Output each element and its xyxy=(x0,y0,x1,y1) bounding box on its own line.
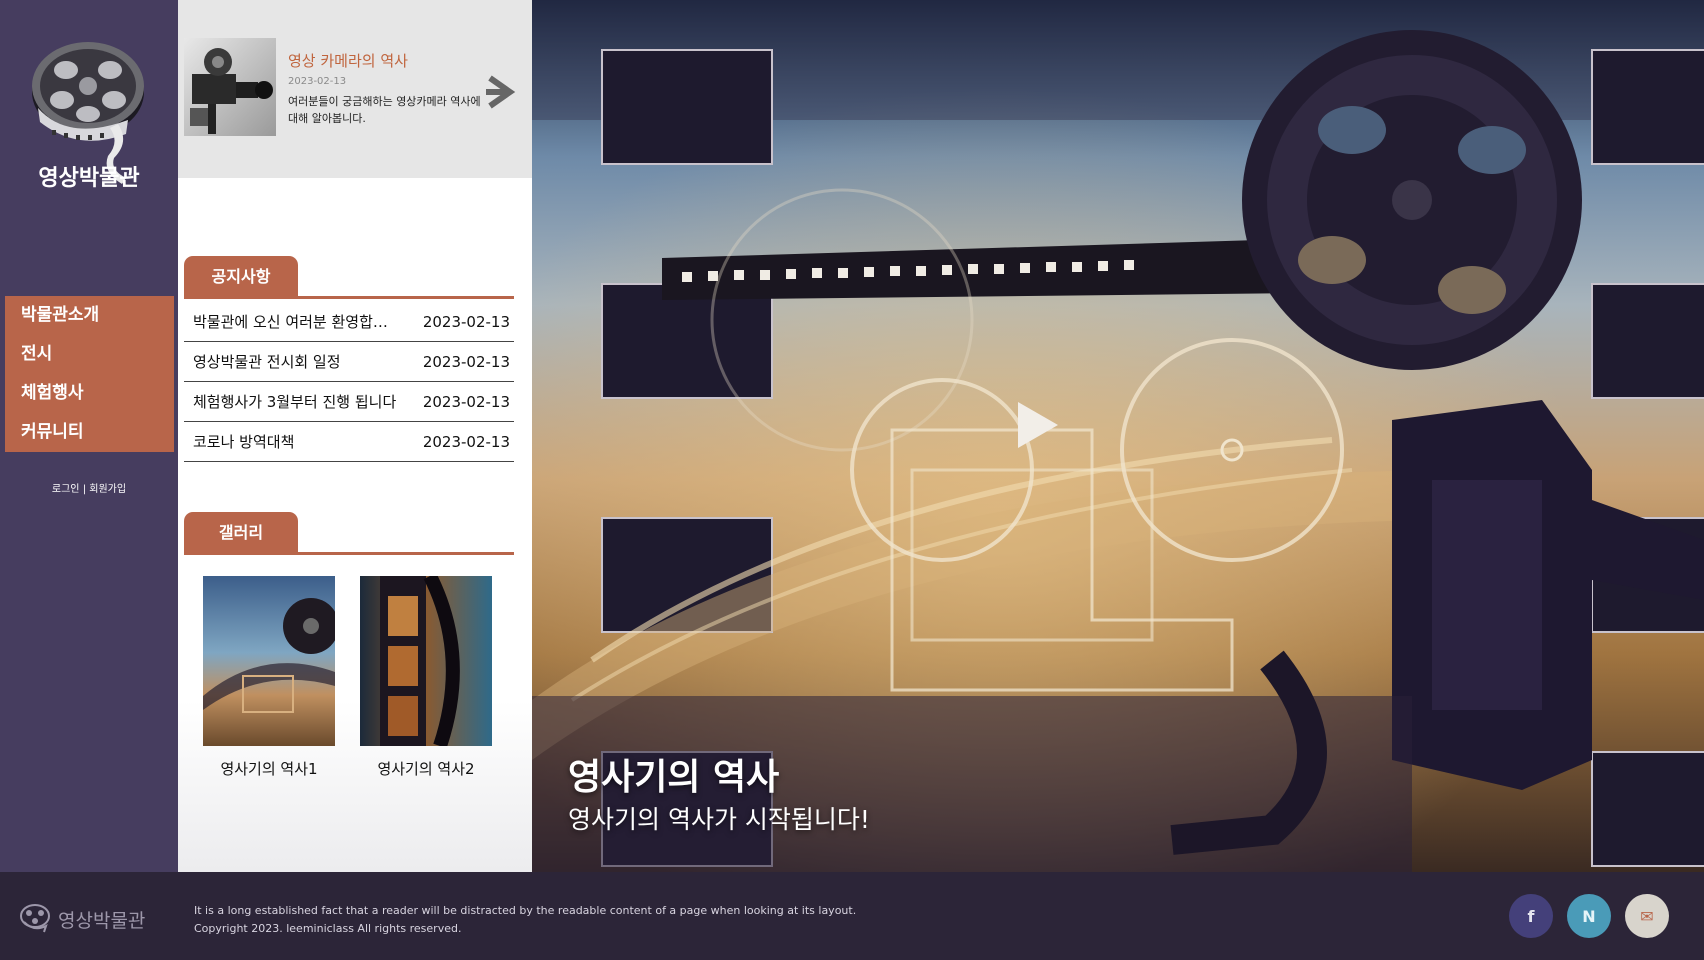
nav-item-exhibition[interactable]: 전시 xyxy=(5,335,174,374)
notice-date: 2023-02-13 xyxy=(422,432,510,451)
naver-icon[interactable]: N xyxy=(1567,894,1611,938)
footer-description: It is a long established fact that a rea… xyxy=(194,904,857,917)
gallery-caption: 영사기의 역사2 xyxy=(377,760,475,778)
notice-title[interactable]: 체험행사가 3월부터 진행 됩니다 xyxy=(184,391,400,412)
gallery-item[interactable]: 영사기의 역사2 xyxy=(360,576,492,779)
notice-date: 2023-02-13 xyxy=(422,312,510,331)
notice-title[interactable]: 박물관에 오신 여러분 환영합니다 xyxy=(184,311,400,332)
footer-brand: 영상박물관 xyxy=(58,910,146,932)
notice-row[interactable]: 영상박물관 전시회 일정 2023-02-13 xyxy=(184,342,514,382)
nav-item-events[interactable]: 체험행사 xyxy=(5,374,174,413)
notice-row[interactable]: 코로나 방역대책 2023-02-13 xyxy=(184,422,514,462)
notice-date: 2023-02-13 xyxy=(422,392,510,411)
hero-banner: 영사기의 역사 영사기의 역사가 시작됩니다! xyxy=(532,0,1704,872)
facebook-icon[interactable]: f xyxy=(1509,894,1553,938)
camera-thumbnail[interactable] xyxy=(184,38,276,136)
hero-subtitle: 영사기의 역사가 시작됩니다! xyxy=(568,805,870,834)
play-icon[interactable] xyxy=(1012,398,1062,452)
footer-text: It is a long established fact that a rea… xyxy=(194,902,856,938)
footer: 영상박물관 It is a long established fact that… xyxy=(0,872,1704,960)
site-logo-text[interactable]: 영상박물관 xyxy=(0,160,178,192)
feature-title[interactable]: 영상 카메라의 역사 xyxy=(288,50,408,71)
featured-article[interactable]: 영상 카메라의 역사 2023-02-13 여러분들이 궁금해하는 영상카메라 … xyxy=(178,0,532,178)
gallery-image-filmstrip[interactable] xyxy=(360,576,492,746)
film-reel-footer-icon xyxy=(20,904,50,933)
feature-description: 여러분들이 궁금해하는 영상카메라 역사에 대해 알아봅니다. xyxy=(288,95,481,125)
gallery-divider xyxy=(184,552,514,555)
gallery-item[interactable]: 영사기의 역사1 xyxy=(203,576,335,779)
notice-title[interactable]: 영상박물관 전시회 일정 xyxy=(184,351,400,372)
auth-separator: | xyxy=(82,484,87,495)
hero-background-image xyxy=(532,0,1704,872)
notice-row[interactable]: 박물관에 오신 여러분 환영합니다 2023-02-13 xyxy=(184,302,514,342)
copyright: Copyright 2023. leeminiclass All rights … xyxy=(194,922,462,935)
notice-row[interactable]: 체험행사가 3월부터 진행 됩니다 2023-02-13 xyxy=(184,382,514,422)
signup-link[interactable]: 회원가입 xyxy=(89,484,126,495)
notice-title[interactable]: 코로나 방역대책 xyxy=(184,431,400,452)
notice-list: 박물관에 오신 여러분 환영합니다 2023-02-13 영상박물관 전시회 일… xyxy=(184,302,514,462)
notice-divider xyxy=(184,296,514,299)
nav-item-community[interactable]: 커뮤니티 xyxy=(5,413,174,452)
feature-date: 2023-02-13 xyxy=(288,76,347,87)
hero-title: 영사기의 역사 xyxy=(568,757,780,798)
arrow-right-icon[interactable] xyxy=(486,72,518,112)
content-panel: 영상 카메라의 역사 2023-02-13 여러분들이 궁금해하는 영상카메라 … xyxy=(178,0,532,872)
gallery-heading[interactable]: 갤러리 xyxy=(184,512,298,554)
mail-icon[interactable]: ✉ xyxy=(1625,894,1669,938)
main-nav: 박물관소개 전시 체험행사 커뮤니티 xyxy=(5,296,174,452)
nav-item-about[interactable]: 박물관소개 xyxy=(5,296,174,335)
gallery-caption: 영사기의 역사1 xyxy=(220,760,318,778)
sidebar: 영상박물관 박물관소개 전시 체험행사 커뮤니티 로그인 | 회원가입 xyxy=(0,0,178,872)
auth-links: 로그인 | 회원가입 xyxy=(0,480,178,495)
notice-date: 2023-02-13 xyxy=(422,352,510,371)
login-link[interactable]: 로그인 xyxy=(52,484,80,495)
gallery-image-projector[interactable] xyxy=(203,576,335,746)
notice-heading[interactable]: 공지사항 xyxy=(184,256,298,298)
